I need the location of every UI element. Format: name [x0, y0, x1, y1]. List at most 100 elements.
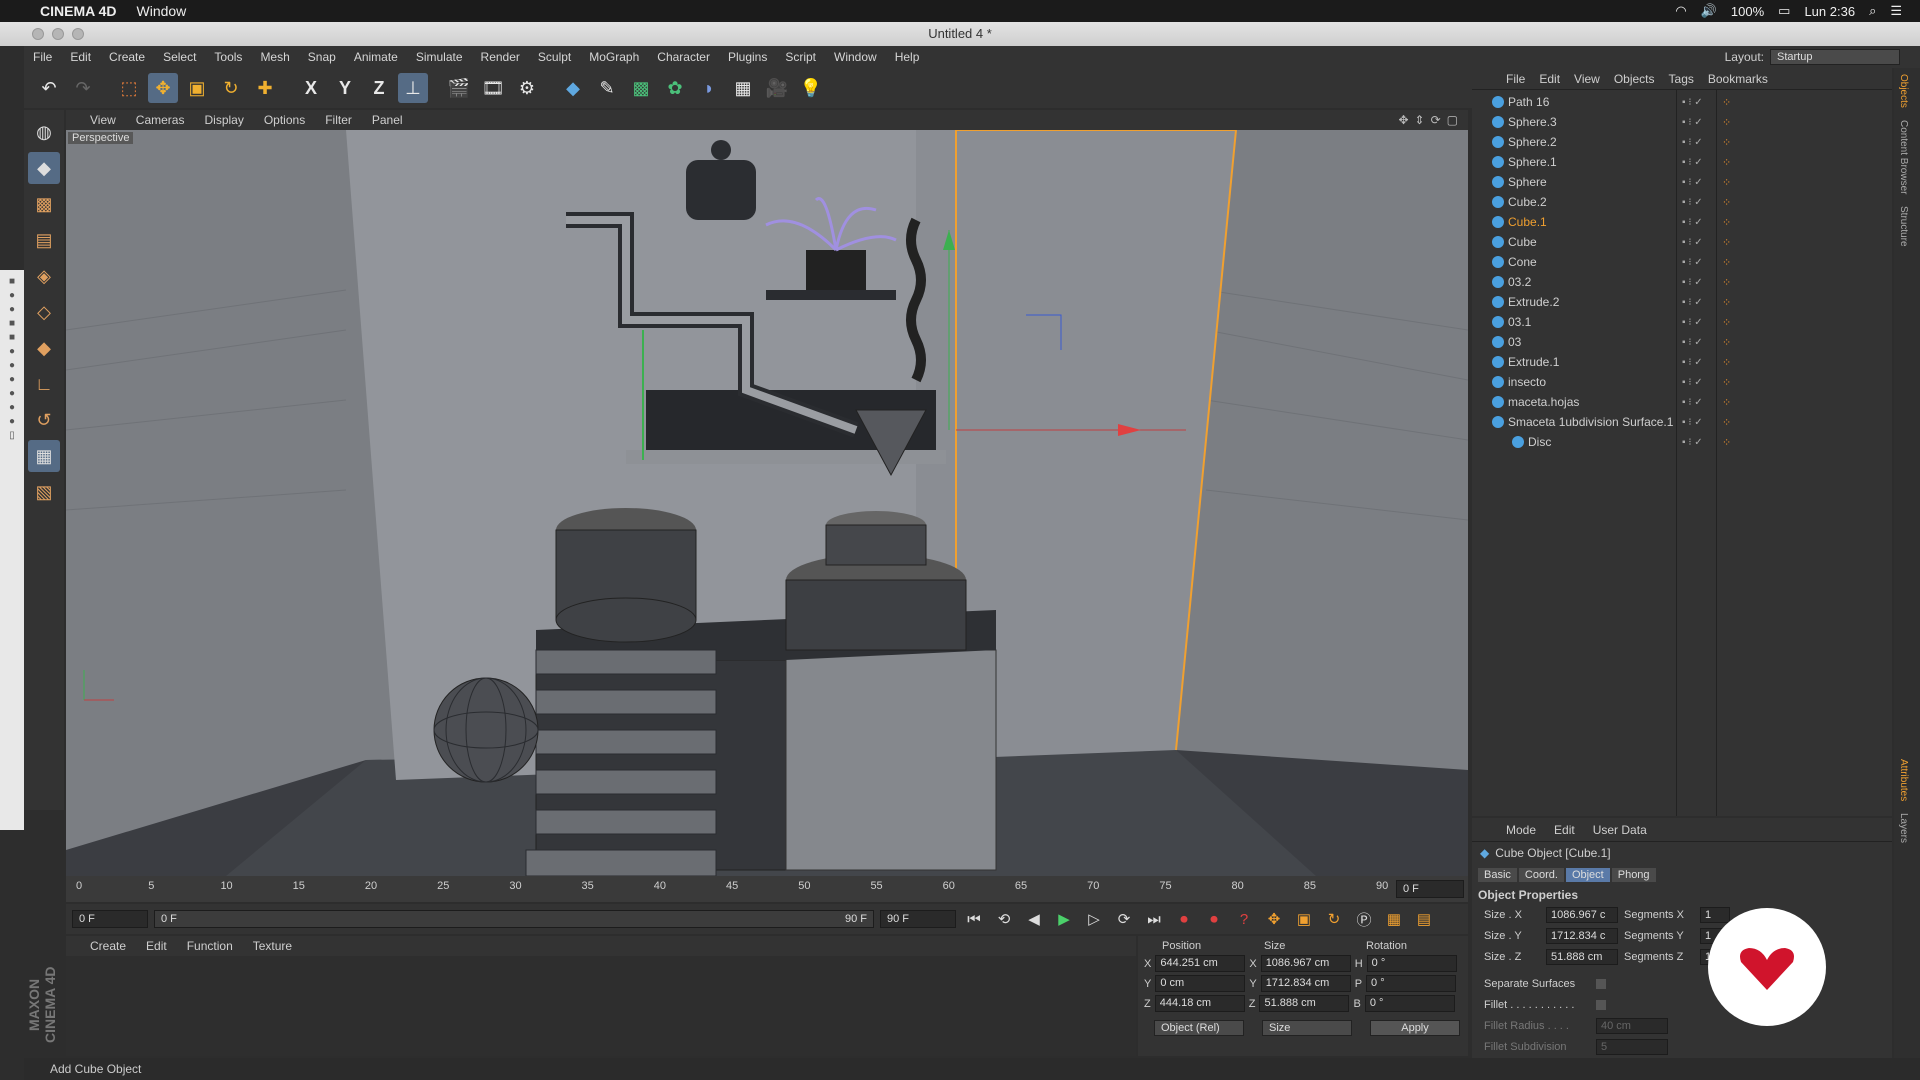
viewport-menu-options[interactable]: Options [264, 113, 305, 127]
rotation-b-field[interactable]: 0 ° [1364, 995, 1455, 1012]
object-row[interactable]: Smaceta 1ubdivision Surface.1 ▪ ⁝ ✓ ⁘ [1472, 412, 1892, 432]
clock[interactable]: Lun 2:36 [1804, 4, 1855, 19]
tab-layers[interactable]: Layers [1894, 807, 1913, 849]
zoom-window-button[interactable] [72, 28, 84, 40]
app-icon[interactable]: ● [9, 360, 15, 371]
object-row[interactable]: 03.2 ▪ ⁝ ✓ ⁘ [1472, 272, 1892, 292]
trash-icon[interactable]: ▯ [9, 430, 15, 441]
app-icon[interactable]: ● [9, 402, 15, 413]
menu-window[interactable]: Window [825, 50, 886, 64]
rotation-h-field[interactable]: 0 ° [1366, 955, 1457, 972]
spotlight-icon[interactable]: ⌕ [1869, 3, 1876, 19]
axis-mode-icon[interactable]: ∟ [28, 368, 60, 400]
pan-icon[interactable]: ✥ [1398, 113, 1408, 127]
separate-surfaces-checkbox[interactable] [1596, 978, 1606, 989]
mac-window-menu[interactable]: Window [137, 3, 187, 19]
texture-mode-icon[interactable]: ▩ [28, 188, 60, 220]
tag-icon[interactable]: ⁘ [1722, 416, 1731, 429]
size-y-input[interactable]: 1712.834 c [1546, 927, 1618, 944]
lock-workplane-icon[interactable]: ▧ [28, 476, 60, 508]
position-z-field[interactable]: 444.18 cm [1154, 995, 1245, 1012]
menu-render[interactable]: Render [472, 50, 529, 64]
render-picture-viewer-icon[interactable]: 🎞 [478, 73, 508, 103]
keyframe-selection-icon[interactable]: ? [1232, 907, 1256, 931]
edges-mode-icon[interactable]: ◇ [28, 296, 60, 328]
y-axis-lock-button[interactable]: Y [330, 73, 360, 103]
tab-content-browser[interactable]: Content Browser [1894, 114, 1913, 200]
objects-menu-bookmarks[interactable]: Bookmarks [1708, 72, 1768, 86]
material-menu-texture[interactable]: Texture [253, 939, 292, 953]
previous-key-icon[interactable]: ⟲ [992, 907, 1016, 931]
visibility-toggle-icon[interactable]: ▪ ⁝ ✓ [1682, 137, 1703, 148]
next-key-icon[interactable]: ⟳ [1112, 907, 1136, 931]
size-z-input[interactable]: 51.888 cm [1546, 948, 1618, 965]
object-row[interactable]: maceta.hojas ▪ ⁝ ✓ ⁘ [1472, 392, 1892, 412]
tag-icon[interactable]: ⁘ [1722, 136, 1731, 149]
material-menu-edit[interactable]: Edit [146, 939, 167, 953]
menu-create[interactable]: Create [100, 50, 154, 64]
size-x-input[interactable]: 1086.967 c [1546, 906, 1618, 923]
deformer-icon[interactable]: ◗ [694, 73, 724, 103]
objects-menu-tags[interactable]: Tags [1669, 72, 1694, 86]
material-menu-function[interactable]: Function [187, 939, 233, 953]
z-axis-lock-button[interactable]: Z [364, 73, 394, 103]
live-selection-icon[interactable]: ⬚ [114, 73, 144, 103]
layout-select[interactable]: Startup [1770, 49, 1900, 65]
visibility-toggle-icon[interactable]: ▪ ⁝ ✓ [1682, 417, 1703, 428]
floor-icon[interactable]: ▦ [728, 73, 758, 103]
volume-icon[interactable]: 🔊 [1701, 3, 1717, 19]
menu-file[interactable]: File [24, 50, 61, 64]
tag-icon[interactable]: ⁘ [1722, 296, 1731, 309]
tag-icon[interactable]: ⁘ [1722, 336, 1731, 349]
undo-icon[interactable]: ↶ [34, 73, 64, 103]
tag-icon[interactable]: ⁘ [1722, 436, 1731, 449]
array-icon[interactable]: ✿ [660, 73, 690, 103]
tag-icon[interactable]: ⁘ [1722, 196, 1731, 209]
objects-menu-objects[interactable]: Objects [1614, 72, 1655, 86]
recent-tool-icon[interactable]: ✚ [250, 73, 280, 103]
finder-icon[interactable]: ■ [9, 276, 15, 287]
redo-icon[interactable]: ↷ [68, 73, 98, 103]
rotation-p-field[interactable]: 0 ° [1366, 975, 1457, 992]
object-row[interactable]: 03.1 ▪ ⁝ ✓ ⁘ [1472, 312, 1892, 332]
menu-sculpt[interactable]: Sculpt [529, 50, 580, 64]
light-icon[interactable]: 💡 [796, 73, 826, 103]
render-settings-icon[interactable]: ⚙ [512, 73, 542, 103]
record-icon[interactable]: ⏺ [1172, 907, 1196, 931]
wifi-icon[interactable]: ◠ [1675, 3, 1686, 19]
menu-help[interactable]: Help [886, 50, 929, 64]
attr-menu-user-data[interactable]: User Data [1593, 823, 1647, 837]
tag-icon[interactable]: ⁘ [1722, 316, 1731, 329]
tag-icon[interactable]: ⁘ [1722, 216, 1731, 229]
app-icon[interactable]: ● [9, 388, 15, 399]
tab-object[interactable]: Object [1565, 868, 1610, 882]
object-row[interactable]: Cone ▪ ⁝ ✓ ⁘ [1472, 252, 1892, 272]
visibility-toggle-icon[interactable]: ▪ ⁝ ✓ [1682, 437, 1703, 448]
object-row[interactable]: Extrude.2 ▪ ⁝ ✓ ⁘ [1472, 292, 1892, 312]
objects-menu-view[interactable]: View [1574, 72, 1600, 86]
previous-frame-icon[interactable]: ◀ [1022, 907, 1046, 931]
play-icon[interactable]: ▶ [1052, 907, 1076, 931]
tag-icon[interactable]: ⁘ [1722, 356, 1731, 369]
tab-objects[interactable]: Objects [1894, 68, 1913, 114]
tag-icon[interactable]: ⁘ [1722, 236, 1731, 249]
viewport-menu-filter[interactable]: Filter [325, 113, 352, 127]
make-editable-icon[interactable]: ◍ [28, 116, 60, 148]
menu-script[interactable]: Script [776, 50, 825, 64]
cube-primitive-icon[interactable]: ◆ [558, 73, 588, 103]
battery-icon[interactable]: ▭ [1778, 3, 1790, 19]
app-icon[interactable]: ● [9, 346, 15, 357]
objects-menu-edit[interactable]: Edit [1539, 72, 1560, 86]
menu-mesh[interactable]: Mesh [251, 50, 298, 64]
visibility-toggle-icon[interactable]: ▪ ⁝ ✓ [1682, 277, 1703, 288]
visibility-toggle-icon[interactable]: ▪ ⁝ ✓ [1682, 217, 1703, 228]
material-manager-area[interactable] [66, 956, 1136, 1056]
attr-menu-mode[interactable]: Mode [1506, 823, 1536, 837]
tab-basic[interactable]: Basic [1478, 868, 1517, 882]
polygons-mode-icon[interactable]: ◆ [28, 332, 60, 364]
object-row[interactable]: Sphere ▪ ⁝ ✓ ⁘ [1472, 172, 1892, 192]
menu-select[interactable]: Select [154, 50, 205, 64]
menu-character[interactable]: Character [648, 50, 719, 64]
points-mode-icon[interactable]: ◈ [28, 260, 60, 292]
object-row[interactable]: 03 ▪ ⁝ ✓ ⁘ [1472, 332, 1892, 352]
